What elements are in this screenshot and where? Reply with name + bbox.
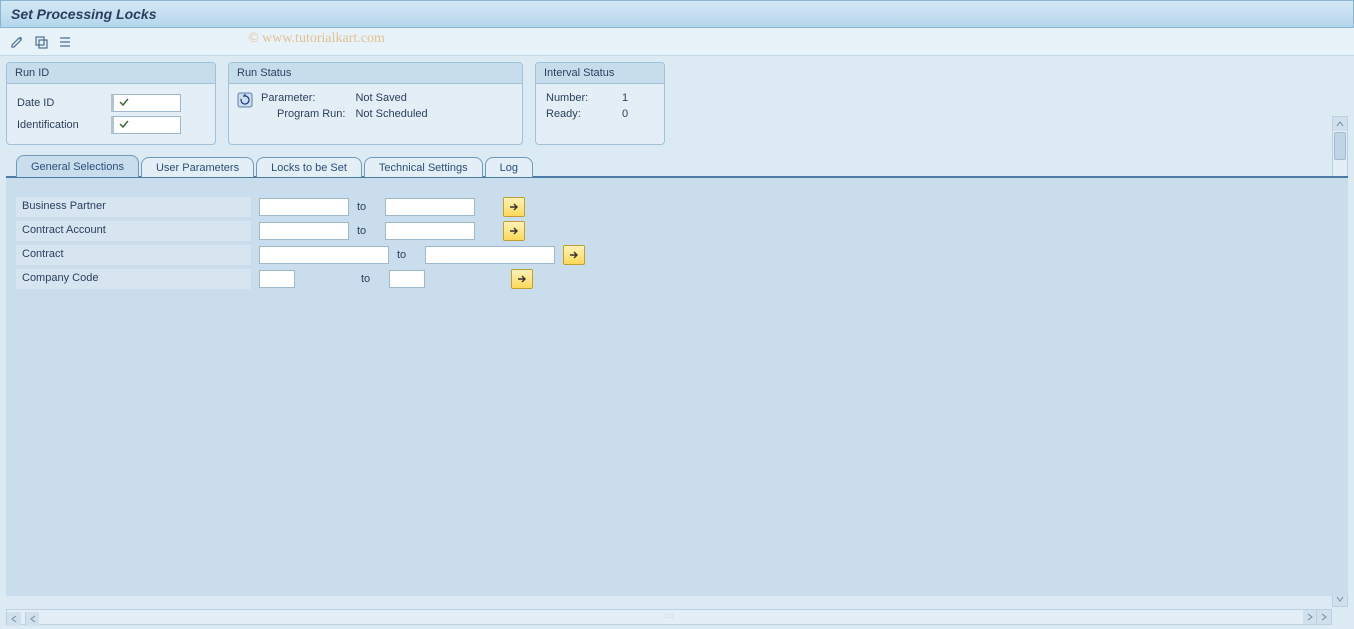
parameter-value: Not Saved: [355, 92, 427, 104]
title-bar: Set Processing Locks: [0, 0, 1354, 28]
run-id-header: Run ID: [7, 63, 215, 84]
interval-ready-value: 0: [622, 108, 654, 120]
company-code-to-input[interactable]: [389, 270, 425, 288]
scroll-left-icon[interactable]: [7, 612, 21, 626]
to-label: to: [397, 249, 417, 261]
business-partner-from-input[interactable]: [259, 198, 349, 216]
interval-number-label: Number:: [546, 92, 614, 104]
tab-user-parameters[interactable]: User Parameters: [141, 157, 254, 177]
arrow-right-icon: [568, 249, 580, 261]
contract-label: Contract: [16, 245, 251, 265]
interval-status-group: Interval Status Number: 1 Ready: 0: [535, 62, 665, 145]
program-run-value: Not Scheduled: [355, 108, 427, 120]
company-code-label: Company Code: [16, 269, 251, 289]
scroll-right-fast-icon[interactable]: [1303, 610, 1317, 624]
contract-account-to-input[interactable]: [385, 222, 475, 240]
tab-log[interactable]: Log: [485, 157, 533, 177]
scroll-grip-icon: ::::: [664, 614, 675, 620]
contract-multiple-button[interactable]: [563, 245, 585, 265]
scroll-right-icon[interactable]: [1317, 610, 1331, 624]
required-check-icon: [118, 96, 130, 108]
page-title: Set Processing Locks: [11, 6, 157, 22]
refresh-status-icon[interactable]: [237, 92, 257, 120]
arrow-right-icon: [508, 225, 520, 237]
arrow-right-icon: [516, 273, 528, 285]
identification-input[interactable]: [111, 116, 181, 134]
to-label: to: [357, 225, 377, 237]
date-id-label: Date ID: [17, 97, 107, 109]
scroll-up-icon[interactable]: [1333, 117, 1347, 131]
run-status-group: Run Status Parameter: Not Saved Program …: [228, 62, 523, 145]
interval-number-value: 1: [622, 92, 654, 104]
tab-strip: General Selections User Parameters Locks…: [16, 155, 1348, 177]
contract-from-input[interactable]: [259, 246, 389, 264]
business-partner-multiple-button[interactable]: [503, 197, 525, 217]
arrow-right-icon: [508, 201, 520, 213]
contract-account-label: Contract Account: [16, 221, 251, 241]
date-id-input[interactable]: [111, 94, 181, 112]
program-run-label: Program Run:: [261, 108, 345, 120]
contract-account-multiple-button[interactable]: [503, 221, 525, 241]
groups-row: Run ID Date ID Identification Run Status: [6, 62, 1348, 145]
interval-ready-label: Ready:: [546, 108, 614, 120]
run-id-group: Run ID Date ID Identification: [6, 62, 216, 145]
tab-technical-settings[interactable]: Technical Settings: [364, 157, 483, 177]
tab-locks-to-be-set[interactable]: Locks to be Set: [256, 157, 362, 177]
business-partner-to-input[interactable]: [385, 198, 475, 216]
row-contract-account: Contract Account to: [16, 220, 1338, 242]
list-icon[interactable]: [56, 33, 74, 51]
contract-to-input[interactable]: [425, 246, 555, 264]
main-area: Run ID Date ID Identification Run Status: [0, 56, 1354, 629]
copy-icon[interactable]: [32, 33, 50, 51]
company-code-from-input[interactable]: [259, 270, 295, 288]
business-partner-label: Business Partner: [16, 197, 251, 217]
edit-icon[interactable]: [8, 33, 26, 51]
run-status-header: Run Status: [229, 63, 522, 84]
parameter-label: Parameter:: [261, 92, 345, 104]
identification-label: Identification: [17, 119, 107, 131]
to-label: to: [357, 201, 377, 213]
row-business-partner: Business Partner to: [16, 196, 1338, 218]
horizontal-scrollbar[interactable]: ::::: [6, 609, 1332, 625]
company-code-multiple-button[interactable]: [511, 269, 533, 289]
interval-status-header: Interval Status: [536, 63, 664, 84]
row-company-code: Company Code to: [16, 268, 1338, 290]
row-contract: Contract to: [16, 244, 1338, 266]
tab-general-selections[interactable]: General Selections: [16, 155, 139, 177]
toolbar: © www.tutorialkart.com: [0, 28, 1354, 56]
watermark: © www.tutorialkart.com: [248, 31, 385, 47]
tab-panel-general: Business Partner to Contract Account to …: [6, 176, 1348, 596]
contract-account-from-input[interactable]: [259, 222, 349, 240]
to-label: to: [361, 273, 381, 285]
required-check-icon: [118, 118, 130, 130]
